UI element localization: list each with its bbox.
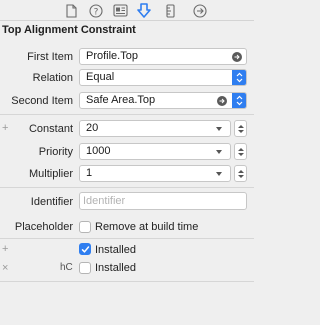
chevron-updown-icon[interactable]: [232, 70, 246, 85]
multiplier-label: Multiplier: [28, 168, 73, 180]
remove-variation-icon[interactable]: ×: [2, 262, 8, 274]
first-item-label: First Item: [27, 51, 73, 63]
inspector-tab-bar: ?: [0, 0, 254, 21]
remove-at-build-checkbox[interactable]: [79, 221, 91, 233]
arrow-circle-icon[interactable]: [232, 52, 242, 62]
ruler-icon[interactable]: [162, 3, 178, 18]
constant-combo[interactable]: 20: [79, 120, 231, 137]
installed-hc-checkbox[interactable]: [79, 262, 91, 274]
remove-at-build-label: Remove at build time: [95, 221, 199, 233]
installed-checkbox[interactable]: [79, 243, 91, 255]
constant-stepper[interactable]: [234, 120, 247, 137]
divider: [0, 114, 254, 115]
add-variation-icon[interactable]: +: [2, 122, 8, 134]
second-item-label: Second Item: [11, 95, 73, 107]
chevron-updown-icon[interactable]: [232, 93, 246, 108]
multiplier-combo[interactable]: 1: [79, 165, 231, 182]
relation-label: Relation: [32, 72, 73, 84]
constant-label: Constant: [28, 123, 73, 135]
divider: [0, 187, 254, 188]
svg-text:?: ?: [94, 7, 99, 17]
priority-label: Priority: [38, 146, 73, 158]
multiplier-stepper[interactable]: [234, 165, 247, 182]
file-icon[interactable]: [63, 3, 79, 18]
divider: [0, 281, 254, 282]
priority-value: 1000: [86, 145, 111, 157]
multiplier-value: 1: [86, 167, 93, 179]
size-class-label: hC: [60, 262, 73, 273]
priority-combo[interactable]: 1000: [79, 143, 231, 160]
help-icon[interactable]: ?: [88, 3, 104, 18]
divider: [0, 238, 254, 239]
placeholder-label: Placeholder: [14, 221, 73, 233]
second-item-popup[interactable]: Safe Area.Top: [79, 92, 247, 109]
chevron-down-icon[interactable]: [216, 150, 222, 154]
priority-stepper[interactable]: [234, 143, 247, 160]
identity-icon[interactable]: [112, 3, 128, 18]
add-variation-icon[interactable]: +: [2, 243, 8, 255]
arrow-circle-icon[interactable]: [217, 96, 227, 106]
identifier-label: Identifier: [30, 196, 73, 208]
installed-hc-label: Installed: [95, 262, 136, 274]
identifier-field[interactable]: [79, 192, 247, 210]
chevron-down-icon[interactable]: [216, 127, 222, 131]
attributes-icon[interactable]: [136, 3, 152, 18]
relation-value: Equal: [86, 71, 115, 83]
section-title: Top Alignment Constraint: [2, 24, 136, 36]
second-item-value: Safe Area.Top: [86, 94, 156, 106]
first-item-field[interactable]: Profile.Top: [79, 48, 247, 65]
connections-icon[interactable]: [192, 3, 208, 18]
identifier-input[interactable]: [83, 195, 246, 207]
relation-popup[interactable]: Equal: [79, 69, 247, 86]
constant-value: 20: [86, 122, 99, 134]
chevron-down-icon[interactable]: [216, 172, 222, 176]
first-item-value: Profile.Top: [86, 50, 138, 62]
installed-label: Installed: [95, 244, 136, 256]
